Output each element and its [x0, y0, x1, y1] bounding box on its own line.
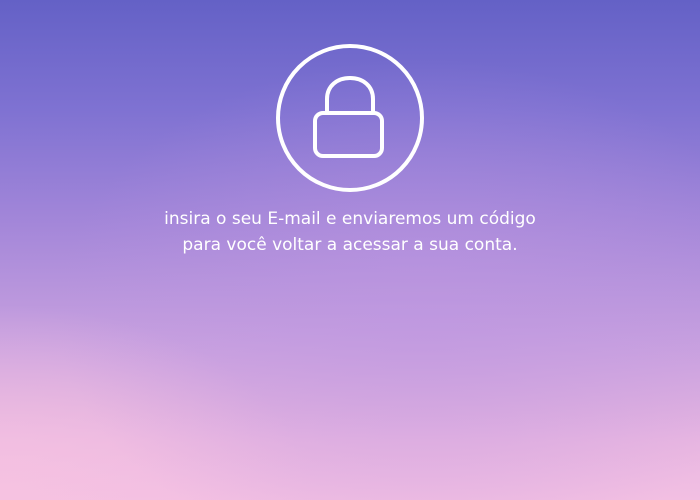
password-recovery-screen: insira o seu E-mail e enviaremos um códi…: [0, 0, 700, 500]
recovery-instructions: insira o seu E-mail e enviaremos um códi…: [164, 209, 536, 255]
lock-icon-svg: [276, 44, 424, 192]
lock-icon: [274, 43, 426, 193]
